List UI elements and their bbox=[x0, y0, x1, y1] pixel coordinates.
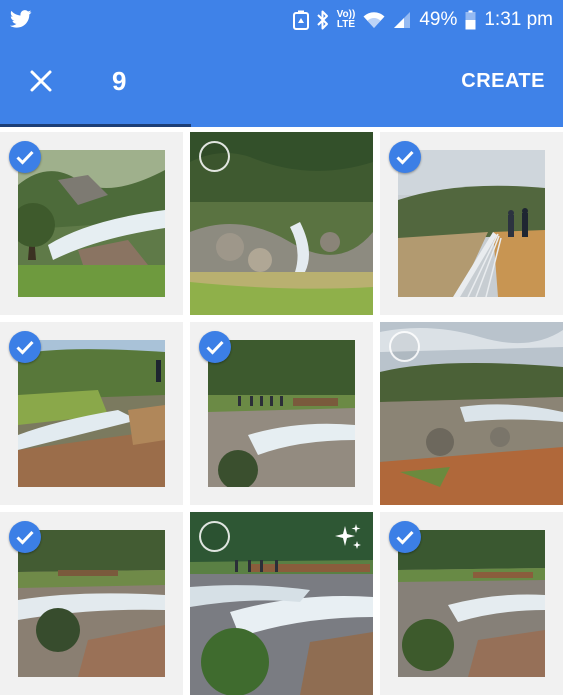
selection-toolbar: 9 CREATE bbox=[0, 40, 563, 124]
volte-icon: Vo)) LTE bbox=[337, 10, 356, 30]
selected-check-icon[interactable] bbox=[389, 521, 421, 553]
selected-check-icon[interactable] bbox=[199, 331, 231, 363]
battery-percent: 49% bbox=[419, 9, 458, 30]
photo-tile[interactable] bbox=[190, 322, 373, 505]
selected-check-icon[interactable] bbox=[9, 331, 41, 363]
volte-bottom-label: LTE bbox=[336, 19, 356, 30]
photo-tile[interactable] bbox=[0, 132, 183, 315]
unselected-circle-icon[interactable] bbox=[199, 521, 230, 552]
cell-signal-icon bbox=[394, 12, 411, 28]
close-icon[interactable] bbox=[24, 64, 58, 98]
selected-check-icon[interactable] bbox=[9, 141, 41, 173]
photo-tile[interactable] bbox=[0, 322, 183, 505]
create-button[interactable]: CREATE bbox=[461, 66, 545, 96]
selected-count: 9 bbox=[112, 66, 127, 96]
clock: 1:31 pm bbox=[484, 9, 553, 30]
sparkle-icon bbox=[335, 524, 361, 549]
photo-grid bbox=[0, 132, 563, 695]
photo-tile[interactable] bbox=[380, 322, 563, 505]
status-bar: Vo)) LTE 49% 1:31 pm bbox=[0, 0, 563, 40]
unselected-circle-icon[interactable] bbox=[389, 331, 420, 362]
battery-icon bbox=[465, 10, 476, 30]
photo-tile[interactable] bbox=[380, 512, 563, 695]
selected-check-icon[interactable] bbox=[389, 141, 421, 173]
photo-tile[interactable] bbox=[380, 132, 563, 315]
photo-tile[interactable] bbox=[0, 512, 183, 695]
photo-tile[interactable] bbox=[190, 512, 373, 695]
photo-tile[interactable] bbox=[190, 132, 373, 315]
progress-track bbox=[0, 124, 563, 127]
twitter-bird-icon bbox=[10, 10, 32, 28]
progress-bar bbox=[0, 124, 192, 127]
wifi-icon bbox=[363, 12, 385, 28]
selected-check-icon[interactable] bbox=[9, 521, 41, 553]
unselected-circle-icon[interactable] bbox=[199, 141, 230, 172]
recycle-notification-icon bbox=[292, 10, 309, 30]
bluetooth-icon bbox=[316, 10, 328, 30]
